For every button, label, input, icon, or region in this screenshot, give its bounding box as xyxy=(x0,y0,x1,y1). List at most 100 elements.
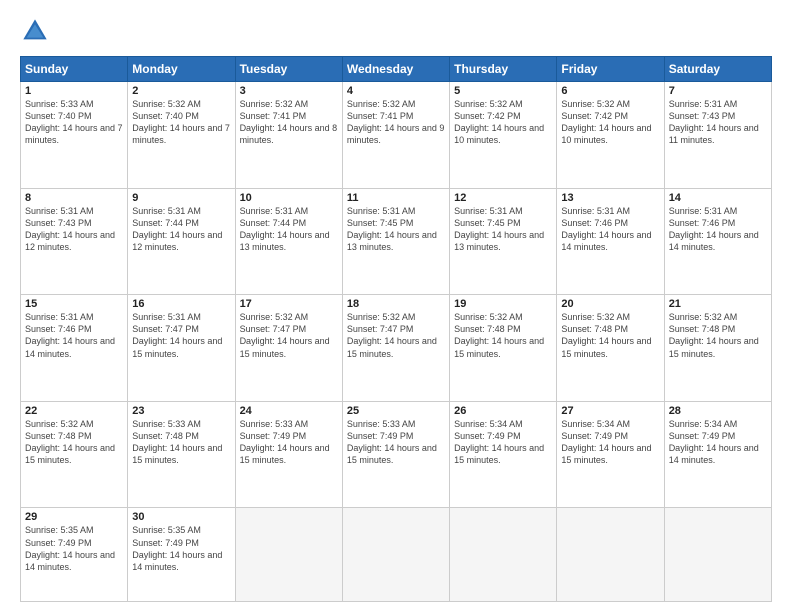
calendar-cell: 7Sunrise: 5:31 AMSunset: 7:43 PMDaylight… xyxy=(664,82,771,189)
page: SundayMondayTuesdayWednesdayThursdayFrid… xyxy=(0,0,792,612)
weekday-header-thursday: Thursday xyxy=(450,57,557,82)
day-info: Sunrise: 5:35 AMSunset: 7:49 PMDaylight:… xyxy=(132,524,230,573)
day-number: 23 xyxy=(132,405,230,417)
day-info: Sunrise: 5:31 AMSunset: 7:44 PMDaylight:… xyxy=(240,205,338,254)
calendar-cell: 15Sunrise: 5:31 AMSunset: 7:46 PMDayligh… xyxy=(21,295,128,402)
calendar-cell: 17Sunrise: 5:32 AMSunset: 7:47 PMDayligh… xyxy=(235,295,342,402)
day-number: 14 xyxy=(669,192,767,204)
calendar-cell: 26Sunrise: 5:34 AMSunset: 7:49 PMDayligh… xyxy=(450,401,557,508)
day-number: 10 xyxy=(240,192,338,204)
day-number: 18 xyxy=(347,298,445,310)
day-number: 26 xyxy=(454,405,552,417)
day-info: Sunrise: 5:35 AMSunset: 7:49 PMDaylight:… xyxy=(25,524,123,573)
day-info: Sunrise: 5:31 AMSunset: 7:44 PMDaylight:… xyxy=(132,205,230,254)
calendar-cell: 28Sunrise: 5:34 AMSunset: 7:49 PMDayligh… xyxy=(664,401,771,508)
day-info: Sunrise: 5:34 AMSunset: 7:49 PMDaylight:… xyxy=(561,418,659,467)
day-number: 22 xyxy=(25,405,123,417)
day-number: 30 xyxy=(132,511,230,523)
calendar-cell: 9Sunrise: 5:31 AMSunset: 7:44 PMDaylight… xyxy=(128,188,235,295)
calendar-cell: 16Sunrise: 5:31 AMSunset: 7:47 PMDayligh… xyxy=(128,295,235,402)
day-info: Sunrise: 5:32 AMSunset: 7:48 PMDaylight:… xyxy=(25,418,123,467)
day-number: 1 xyxy=(25,85,123,97)
day-info: Sunrise: 5:31 AMSunset: 7:46 PMDaylight:… xyxy=(669,205,767,254)
day-number: 3 xyxy=(240,85,338,97)
weekday-header-row: SundayMondayTuesdayWednesdayThursdayFrid… xyxy=(21,57,772,82)
calendar-cell: 30Sunrise: 5:35 AMSunset: 7:49 PMDayligh… xyxy=(128,508,235,602)
day-info: Sunrise: 5:33 AMSunset: 7:49 PMDaylight:… xyxy=(347,418,445,467)
day-info: Sunrise: 5:31 AMSunset: 7:43 PMDaylight:… xyxy=(669,98,767,147)
day-info: Sunrise: 5:33 AMSunset: 7:49 PMDaylight:… xyxy=(240,418,338,467)
calendar-cell: 12Sunrise: 5:31 AMSunset: 7:45 PMDayligh… xyxy=(450,188,557,295)
day-number: 17 xyxy=(240,298,338,310)
calendar-cell: 24Sunrise: 5:33 AMSunset: 7:49 PMDayligh… xyxy=(235,401,342,508)
day-info: Sunrise: 5:32 AMSunset: 7:40 PMDaylight:… xyxy=(132,98,230,147)
calendar-cell xyxy=(342,508,449,602)
day-number: 5 xyxy=(454,85,552,97)
day-number: 8 xyxy=(25,192,123,204)
day-number: 25 xyxy=(347,405,445,417)
day-number: 24 xyxy=(240,405,338,417)
calendar-cell: 5Sunrise: 5:32 AMSunset: 7:42 PMDaylight… xyxy=(450,82,557,189)
day-info: Sunrise: 5:33 AMSunset: 7:48 PMDaylight:… xyxy=(132,418,230,467)
day-info: Sunrise: 5:31 AMSunset: 7:45 PMDaylight:… xyxy=(347,205,445,254)
calendar-cell: 8Sunrise: 5:31 AMSunset: 7:43 PMDaylight… xyxy=(21,188,128,295)
logo xyxy=(20,16,54,46)
day-number: 2 xyxy=(132,85,230,97)
day-info: Sunrise: 5:32 AMSunset: 7:41 PMDaylight:… xyxy=(347,98,445,147)
day-number: 6 xyxy=(561,85,659,97)
calendar-cell: 21Sunrise: 5:32 AMSunset: 7:48 PMDayligh… xyxy=(664,295,771,402)
weekday-header-sunday: Sunday xyxy=(21,57,128,82)
day-info: Sunrise: 5:31 AMSunset: 7:45 PMDaylight:… xyxy=(454,205,552,254)
day-info: Sunrise: 5:34 AMSunset: 7:49 PMDaylight:… xyxy=(669,418,767,467)
week-row-4: 22Sunrise: 5:32 AMSunset: 7:48 PMDayligh… xyxy=(21,401,772,508)
day-info: Sunrise: 5:32 AMSunset: 7:42 PMDaylight:… xyxy=(454,98,552,147)
calendar-cell: 22Sunrise: 5:32 AMSunset: 7:48 PMDayligh… xyxy=(21,401,128,508)
day-number: 29 xyxy=(25,511,123,523)
weekday-header-saturday: Saturday xyxy=(664,57,771,82)
weekday-header-monday: Monday xyxy=(128,57,235,82)
calendar-cell xyxy=(557,508,664,602)
calendar-cell xyxy=(664,508,771,602)
logo-icon xyxy=(20,16,50,46)
day-info: Sunrise: 5:31 AMSunset: 7:46 PMDaylight:… xyxy=(25,311,123,360)
calendar-cell: 3Sunrise: 5:32 AMSunset: 7:41 PMDaylight… xyxy=(235,82,342,189)
calendar-cell: 20Sunrise: 5:32 AMSunset: 7:48 PMDayligh… xyxy=(557,295,664,402)
day-info: Sunrise: 5:32 AMSunset: 7:47 PMDaylight:… xyxy=(240,311,338,360)
calendar-cell: 13Sunrise: 5:31 AMSunset: 7:46 PMDayligh… xyxy=(557,188,664,295)
day-info: Sunrise: 5:32 AMSunset: 7:42 PMDaylight:… xyxy=(561,98,659,147)
calendar-cell: 14Sunrise: 5:31 AMSunset: 7:46 PMDayligh… xyxy=(664,188,771,295)
calendar-cell: 2Sunrise: 5:32 AMSunset: 7:40 PMDaylight… xyxy=(128,82,235,189)
calendar-cell: 29Sunrise: 5:35 AMSunset: 7:49 PMDayligh… xyxy=(21,508,128,602)
weekday-header-tuesday: Tuesday xyxy=(235,57,342,82)
day-info: Sunrise: 5:32 AMSunset: 7:48 PMDaylight:… xyxy=(561,311,659,360)
day-number: 19 xyxy=(454,298,552,310)
calendar-cell xyxy=(235,508,342,602)
calendar-cell xyxy=(450,508,557,602)
day-number: 15 xyxy=(25,298,123,310)
calendar-cell: 23Sunrise: 5:33 AMSunset: 7:48 PMDayligh… xyxy=(128,401,235,508)
weekday-header-friday: Friday xyxy=(557,57,664,82)
calendar-cell: 25Sunrise: 5:33 AMSunset: 7:49 PMDayligh… xyxy=(342,401,449,508)
week-row-3: 15Sunrise: 5:31 AMSunset: 7:46 PMDayligh… xyxy=(21,295,772,402)
week-row-1: 1Sunrise: 5:33 AMSunset: 7:40 PMDaylight… xyxy=(21,82,772,189)
calendar-cell: 4Sunrise: 5:32 AMSunset: 7:41 PMDaylight… xyxy=(342,82,449,189)
calendar-table: SundayMondayTuesdayWednesdayThursdayFrid… xyxy=(20,56,772,602)
day-number: 28 xyxy=(669,405,767,417)
day-number: 21 xyxy=(669,298,767,310)
day-info: Sunrise: 5:31 AMSunset: 7:47 PMDaylight:… xyxy=(132,311,230,360)
day-info: Sunrise: 5:32 AMSunset: 7:48 PMDaylight:… xyxy=(669,311,767,360)
day-info: Sunrise: 5:33 AMSunset: 7:40 PMDaylight:… xyxy=(25,98,123,147)
calendar-cell: 11Sunrise: 5:31 AMSunset: 7:45 PMDayligh… xyxy=(342,188,449,295)
day-info: Sunrise: 5:31 AMSunset: 7:46 PMDaylight:… xyxy=(561,205,659,254)
calendar-cell: 10Sunrise: 5:31 AMSunset: 7:44 PMDayligh… xyxy=(235,188,342,295)
week-row-2: 8Sunrise: 5:31 AMSunset: 7:43 PMDaylight… xyxy=(21,188,772,295)
day-number: 16 xyxy=(132,298,230,310)
calendar-cell: 6Sunrise: 5:32 AMSunset: 7:42 PMDaylight… xyxy=(557,82,664,189)
calendar-cell: 27Sunrise: 5:34 AMSunset: 7:49 PMDayligh… xyxy=(557,401,664,508)
calendar-cell: 19Sunrise: 5:32 AMSunset: 7:48 PMDayligh… xyxy=(450,295,557,402)
day-info: Sunrise: 5:31 AMSunset: 7:43 PMDaylight:… xyxy=(25,205,123,254)
day-info: Sunrise: 5:32 AMSunset: 7:47 PMDaylight:… xyxy=(347,311,445,360)
day-info: Sunrise: 5:32 AMSunset: 7:41 PMDaylight:… xyxy=(240,98,338,147)
week-row-5: 29Sunrise: 5:35 AMSunset: 7:49 PMDayligh… xyxy=(21,508,772,602)
day-number: 13 xyxy=(561,192,659,204)
